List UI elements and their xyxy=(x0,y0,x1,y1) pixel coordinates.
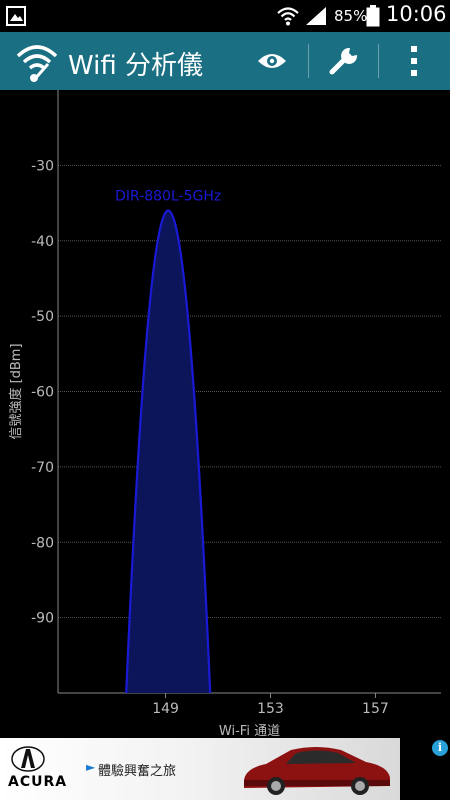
clock: 10:06 xyxy=(386,2,447,26)
y-tick-label: -90 xyxy=(31,611,54,627)
x-tick-label: 153 xyxy=(257,701,284,717)
y-tick-label: -70 xyxy=(31,460,54,476)
acura-logo-icon xyxy=(11,746,45,772)
ad-text: 體驗興奮之旅 xyxy=(98,764,177,779)
y-tick-label: -50 xyxy=(31,309,54,325)
y-tick-label: -60 xyxy=(31,385,54,401)
ad-arrow-icon: ► xyxy=(86,760,96,774)
ad-car-image xyxy=(244,747,390,795)
ad-banner[interactable]: ACURA ► 體驗興奮之旅 xyxy=(0,738,400,800)
series-label: DIR-880L-5GHz xyxy=(115,189,221,205)
y-tick-label: -30 xyxy=(31,158,54,174)
ad-info-icon[interactable]: i xyxy=(432,740,448,756)
eye-icon xyxy=(258,54,286,68)
y-tick-label: -80 xyxy=(31,535,54,551)
view-button[interactable] xyxy=(244,32,300,90)
overflow-menu-icon xyxy=(411,46,417,76)
battery-icon xyxy=(366,5,380,27)
signal-strength-chart: -30 -40 -50 -60 -70 -80 -90 149 153 157 Wi-Fi 通道 信號… xyxy=(8,90,441,738)
app-title: Wifi 分析儀 xyxy=(68,51,204,81)
y-axis-label: 信號強度 [dBm] xyxy=(8,343,24,439)
divider xyxy=(308,44,309,78)
tools-button[interactable] xyxy=(316,32,372,90)
wifi-analyzer-logo-icon[interactable] xyxy=(14,42,60,82)
x-tick-label: 157 xyxy=(362,701,389,717)
x-tick-label: 149 xyxy=(152,701,179,717)
divider xyxy=(378,44,379,78)
status-bar: 85% 10:06 xyxy=(0,0,450,32)
x-axis-label: Wi-Fi 通道 xyxy=(219,724,280,738)
wrench-icon xyxy=(329,47,358,75)
overflow-menu-button[interactable] xyxy=(386,32,442,90)
wifi-status-icon xyxy=(277,7,299,26)
ad-brand: ACURA xyxy=(8,774,68,790)
app-bar: Wifi 分析儀 xyxy=(0,32,450,90)
cell-signal-icon xyxy=(306,7,326,25)
signal-chart[interactable]: -30 -40 -50 -60 -70 -80 -90 149 153 157 Wi-Fi 通道 信號… xyxy=(0,90,450,738)
y-tick-label: -40 xyxy=(31,234,54,250)
battery-percentage: 85% xyxy=(334,7,368,25)
gallery-notification-icon xyxy=(6,6,26,26)
